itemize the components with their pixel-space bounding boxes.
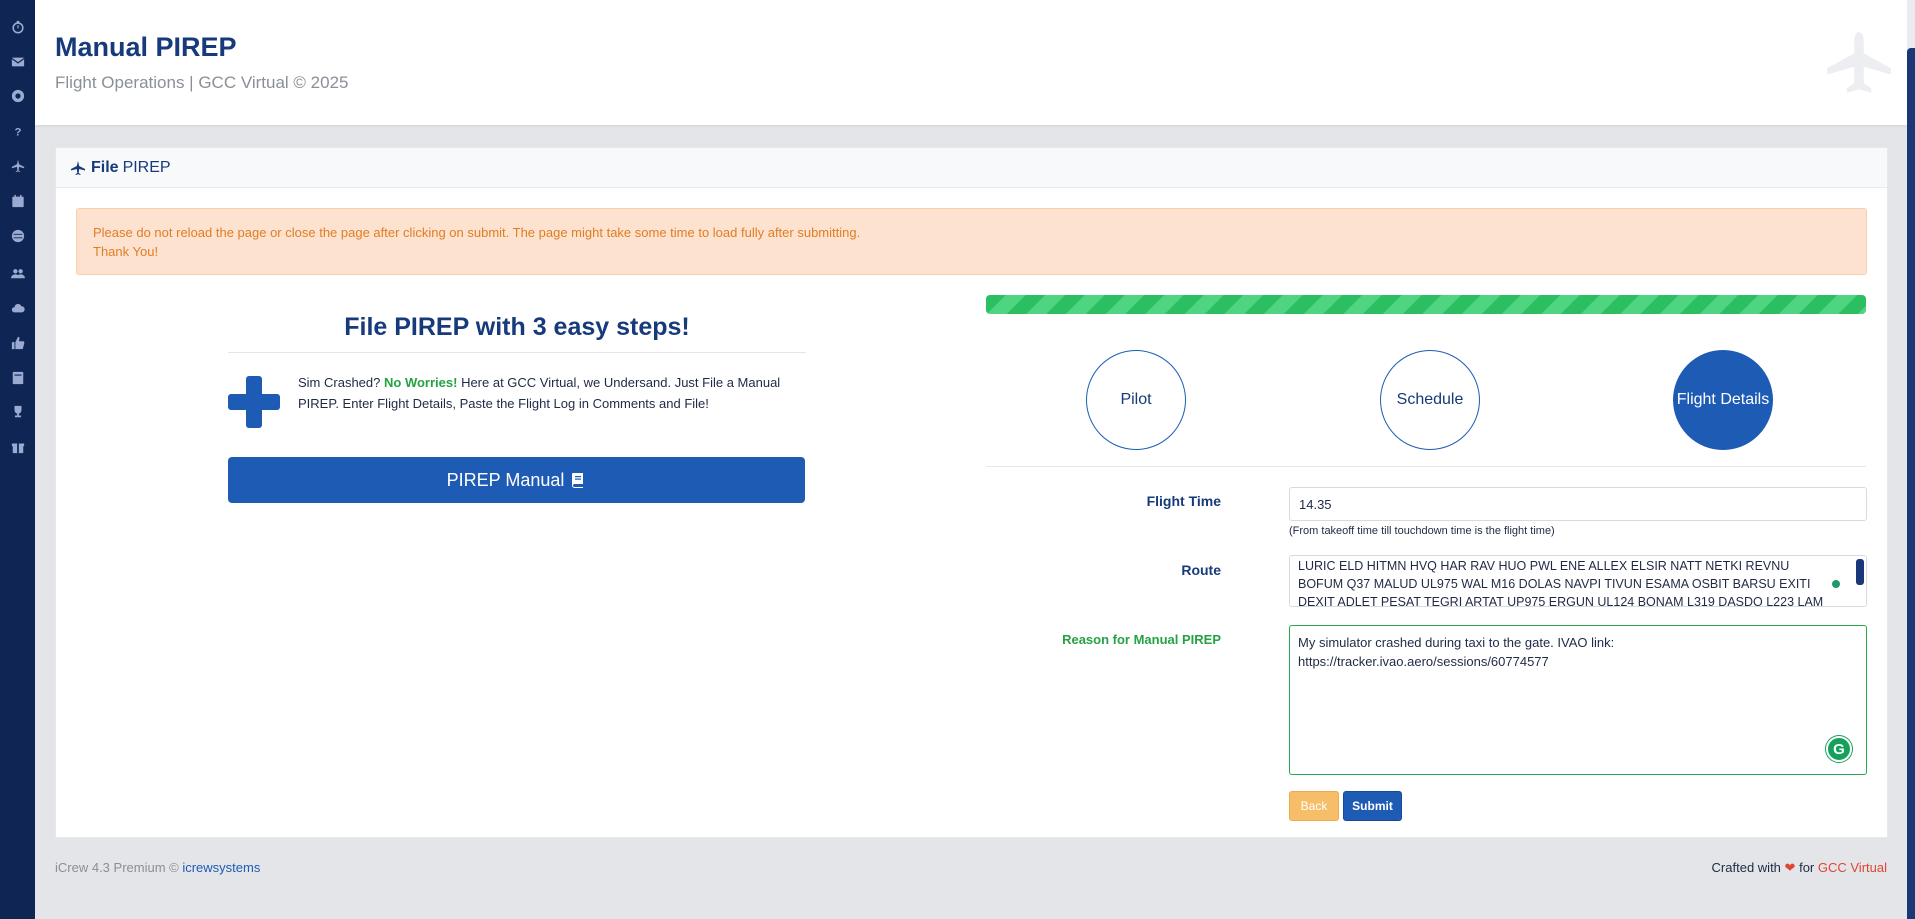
footer-crafted: Crafted with [1711,860,1781,875]
desc-green: No Worries! [384,375,458,390]
envelope-icon[interactable] [0,49,35,75]
steps-description: Sim Crashed? No Worries! Here at GCC Vir… [298,372,806,414]
calendar-icon[interactable] [0,188,35,214]
route-textarea[interactable]: LURIC ELD HITMN HVQ HAR RAV HUO PWL ENE … [1289,555,1867,607]
alert-line-1: Please do not reload the page or close t… [93,225,861,240]
page-subtitle: Flight Operations | GCC Virtual © 2025 [55,73,349,92]
book-icon [572,473,584,488]
pirep-manual-button[interactable]: PIREP Manual [228,457,805,503]
wizard-progress-bar [986,295,1866,314]
gcc-virtual-link[interactable]: GCC Virtual [1818,860,1887,875]
svg-text:?: ? [14,126,21,138]
footer-right: Crafted with ❤ for GCC Virtual [1712,860,1887,876]
file-pirep-card: File PIREP Please do not reload the page… [55,147,1888,838]
grammarly-dot-icon [1832,580,1840,588]
stopwatch-icon[interactable] [0,14,35,40]
users-icon[interactable] [0,260,35,286]
page-scrollbar-thumb[interactable] [1907,48,1915,919]
route-scrollbar[interactable] [1856,559,1864,585]
submit-button[interactable]: Submit [1343,791,1402,821]
grammarly-icon[interactable]: G [1826,736,1852,762]
cloud-icon[interactable] [0,295,35,321]
card-header-bold: File [91,158,119,176]
flight-time-help: (From takeoff time till touchdown time i… [1289,525,1555,537]
warning-alert: Please do not reload the page or close t… [76,208,1867,275]
card-header: File PIREP [56,148,1887,188]
heart-icon: ❤ [1784,860,1796,875]
page-header: Manual PIREP Flight Operations | GCC Vir… [35,0,1907,125]
plane-watermark-icon [1825,30,1893,98]
route-label: Route [1181,562,1221,578]
alert-line-2: Thank You! [93,244,159,259]
flight-time-label: Flight Time [1146,493,1221,509]
book-icon[interactable] [0,365,35,391]
life-ring-icon[interactable] [0,83,35,109]
steps-title: File PIREP with 3 easy steps! [228,313,806,353]
icrewsystems-link[interactable]: icrewsystems [182,860,260,875]
plane-icon[interactable] [0,153,35,179]
wizard-divider [986,466,1866,467]
step-pilot[interactable]: Pilot [1086,350,1186,450]
globe-icon[interactable] [0,223,35,249]
flight-time-input[interactable] [1289,487,1867,521]
page-title: Manual PIREP [55,32,237,62]
desc-part-1: Sim Crashed? [298,375,381,390]
reason-text: My simulator crashed during taxi to the … [1298,635,1615,669]
footer-version: iCrew 4.3 Premium © [55,860,179,875]
footer-for: for [1799,860,1815,875]
trophy-icon[interactable] [0,399,35,425]
route-text: LURIC ELD HITMN HVQ HAR RAV HUO PWL ENE … [1298,559,1824,607]
card-header-text: PIREP [122,158,171,176]
step-flight-details[interactable]: Flight Details [1673,350,1773,450]
gift-icon[interactable] [0,434,35,460]
pirep-manual-label: PIREP Manual [446,469,565,490]
sidebar: ? [0,0,35,919]
plus-icon [228,376,280,428]
footer-left: iCrew 4.3 Premium © icrewsystems [55,860,260,875]
plane-icon [71,160,85,175]
question-icon[interactable]: ? [0,118,35,144]
reason-textarea[interactable]: My simulator crashed during taxi to the … [1289,625,1867,775]
step-schedule[interactable]: Schedule [1380,350,1480,450]
back-button[interactable]: Back [1289,791,1339,821]
reason-label: Reason for Manual PIREP [1062,632,1221,647]
thumbs-up-icon[interactable] [0,330,35,356]
